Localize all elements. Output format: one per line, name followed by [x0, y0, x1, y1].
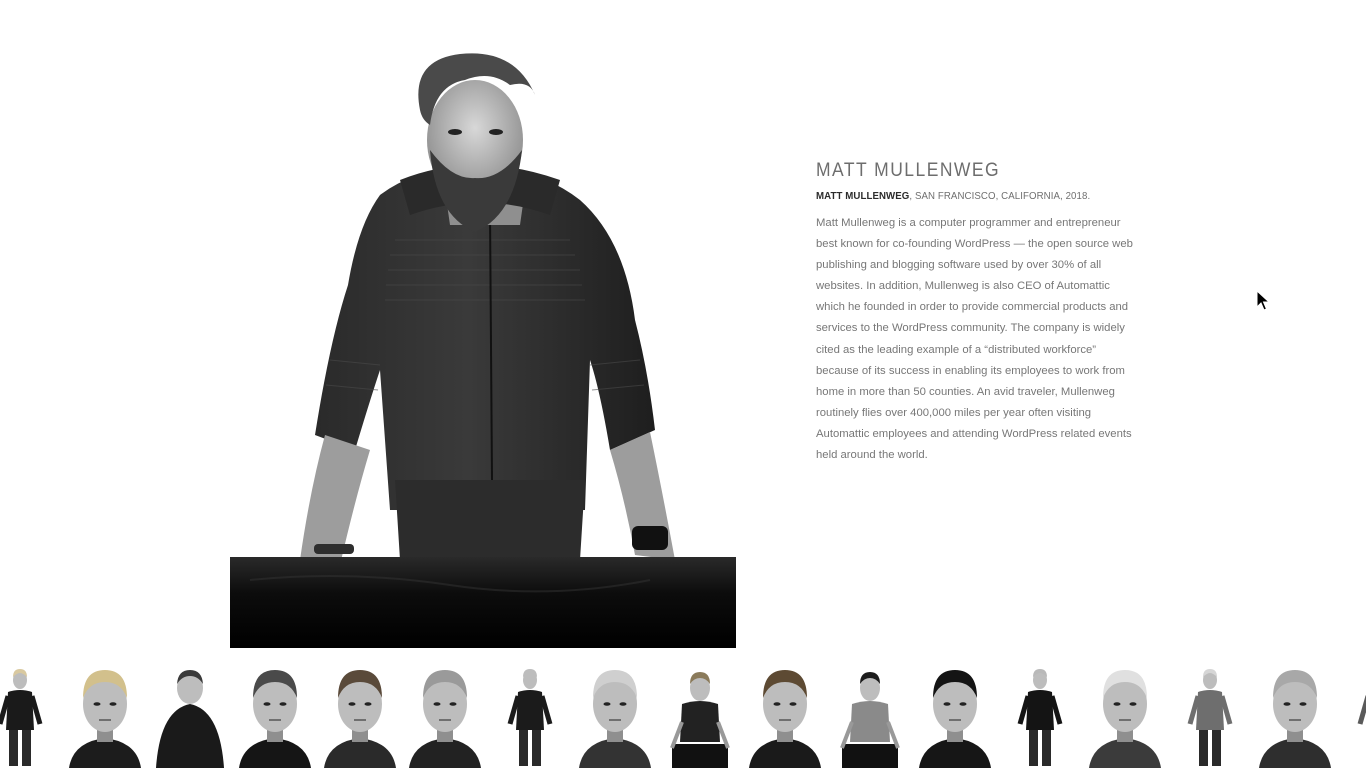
portrait-thumbnail[interactable] — [1257, 664, 1333, 768]
caption-location: , SAN FRANCISCO, CALIFORNIA, 2018. — [909, 190, 1091, 202]
caption-name: MATT MULLENWEG — [816, 190, 910, 202]
portrait-thumbnail[interactable] — [577, 664, 653, 768]
portrait-thumbnail[interactable] — [832, 664, 908, 768]
portrait-page: MATT MULLENWEG MATT MULLENWEG, SAN FRANC… — [0, 0, 1366, 768]
portrait-thumbnail[interactable] — [1087, 664, 1163, 768]
portrait-thumbnail-strip — [0, 664, 1366, 768]
portrait-thumbnail[interactable] — [0, 664, 58, 768]
portrait-thumbnail[interactable] — [492, 664, 568, 768]
portrait-thumbnail[interactable] — [1342, 664, 1366, 768]
mouse-cursor-icon — [1256, 290, 1270, 311]
portrait-thumbnail[interactable] — [1172, 664, 1248, 768]
portrait-thumbnail[interactable] — [1002, 664, 1078, 768]
portrait-thumbnail[interactable] — [662, 664, 738, 768]
bio-text: Matt Mullenweg is a computer programmer … — [816, 217, 1133, 462]
photo-caption: MATT MULLENWEG, SAN FRANCISCO, CALIFORNI… — [816, 190, 1109, 202]
person-name-title: MATT MULLENWEG — [816, 160, 1001, 181]
portrait-thumbnail[interactable] — [747, 664, 823, 768]
portrait-thumbnail[interactable] — [237, 664, 313, 768]
portrait-thumbnail[interactable] — [407, 664, 483, 768]
portrait-thumbnail[interactable] — [67, 664, 143, 768]
portrait-thumbnail[interactable] — [152, 664, 228, 768]
bio-panel: MATT MULLENWEG MATT MULLENWEG, SAN FRANC… — [816, 160, 1134, 466]
portrait-thumbnail[interactable] — [322, 664, 398, 768]
main-portrait-photo — [230, 40, 736, 648]
portrait-thumbnail[interactable] — [917, 664, 993, 768]
